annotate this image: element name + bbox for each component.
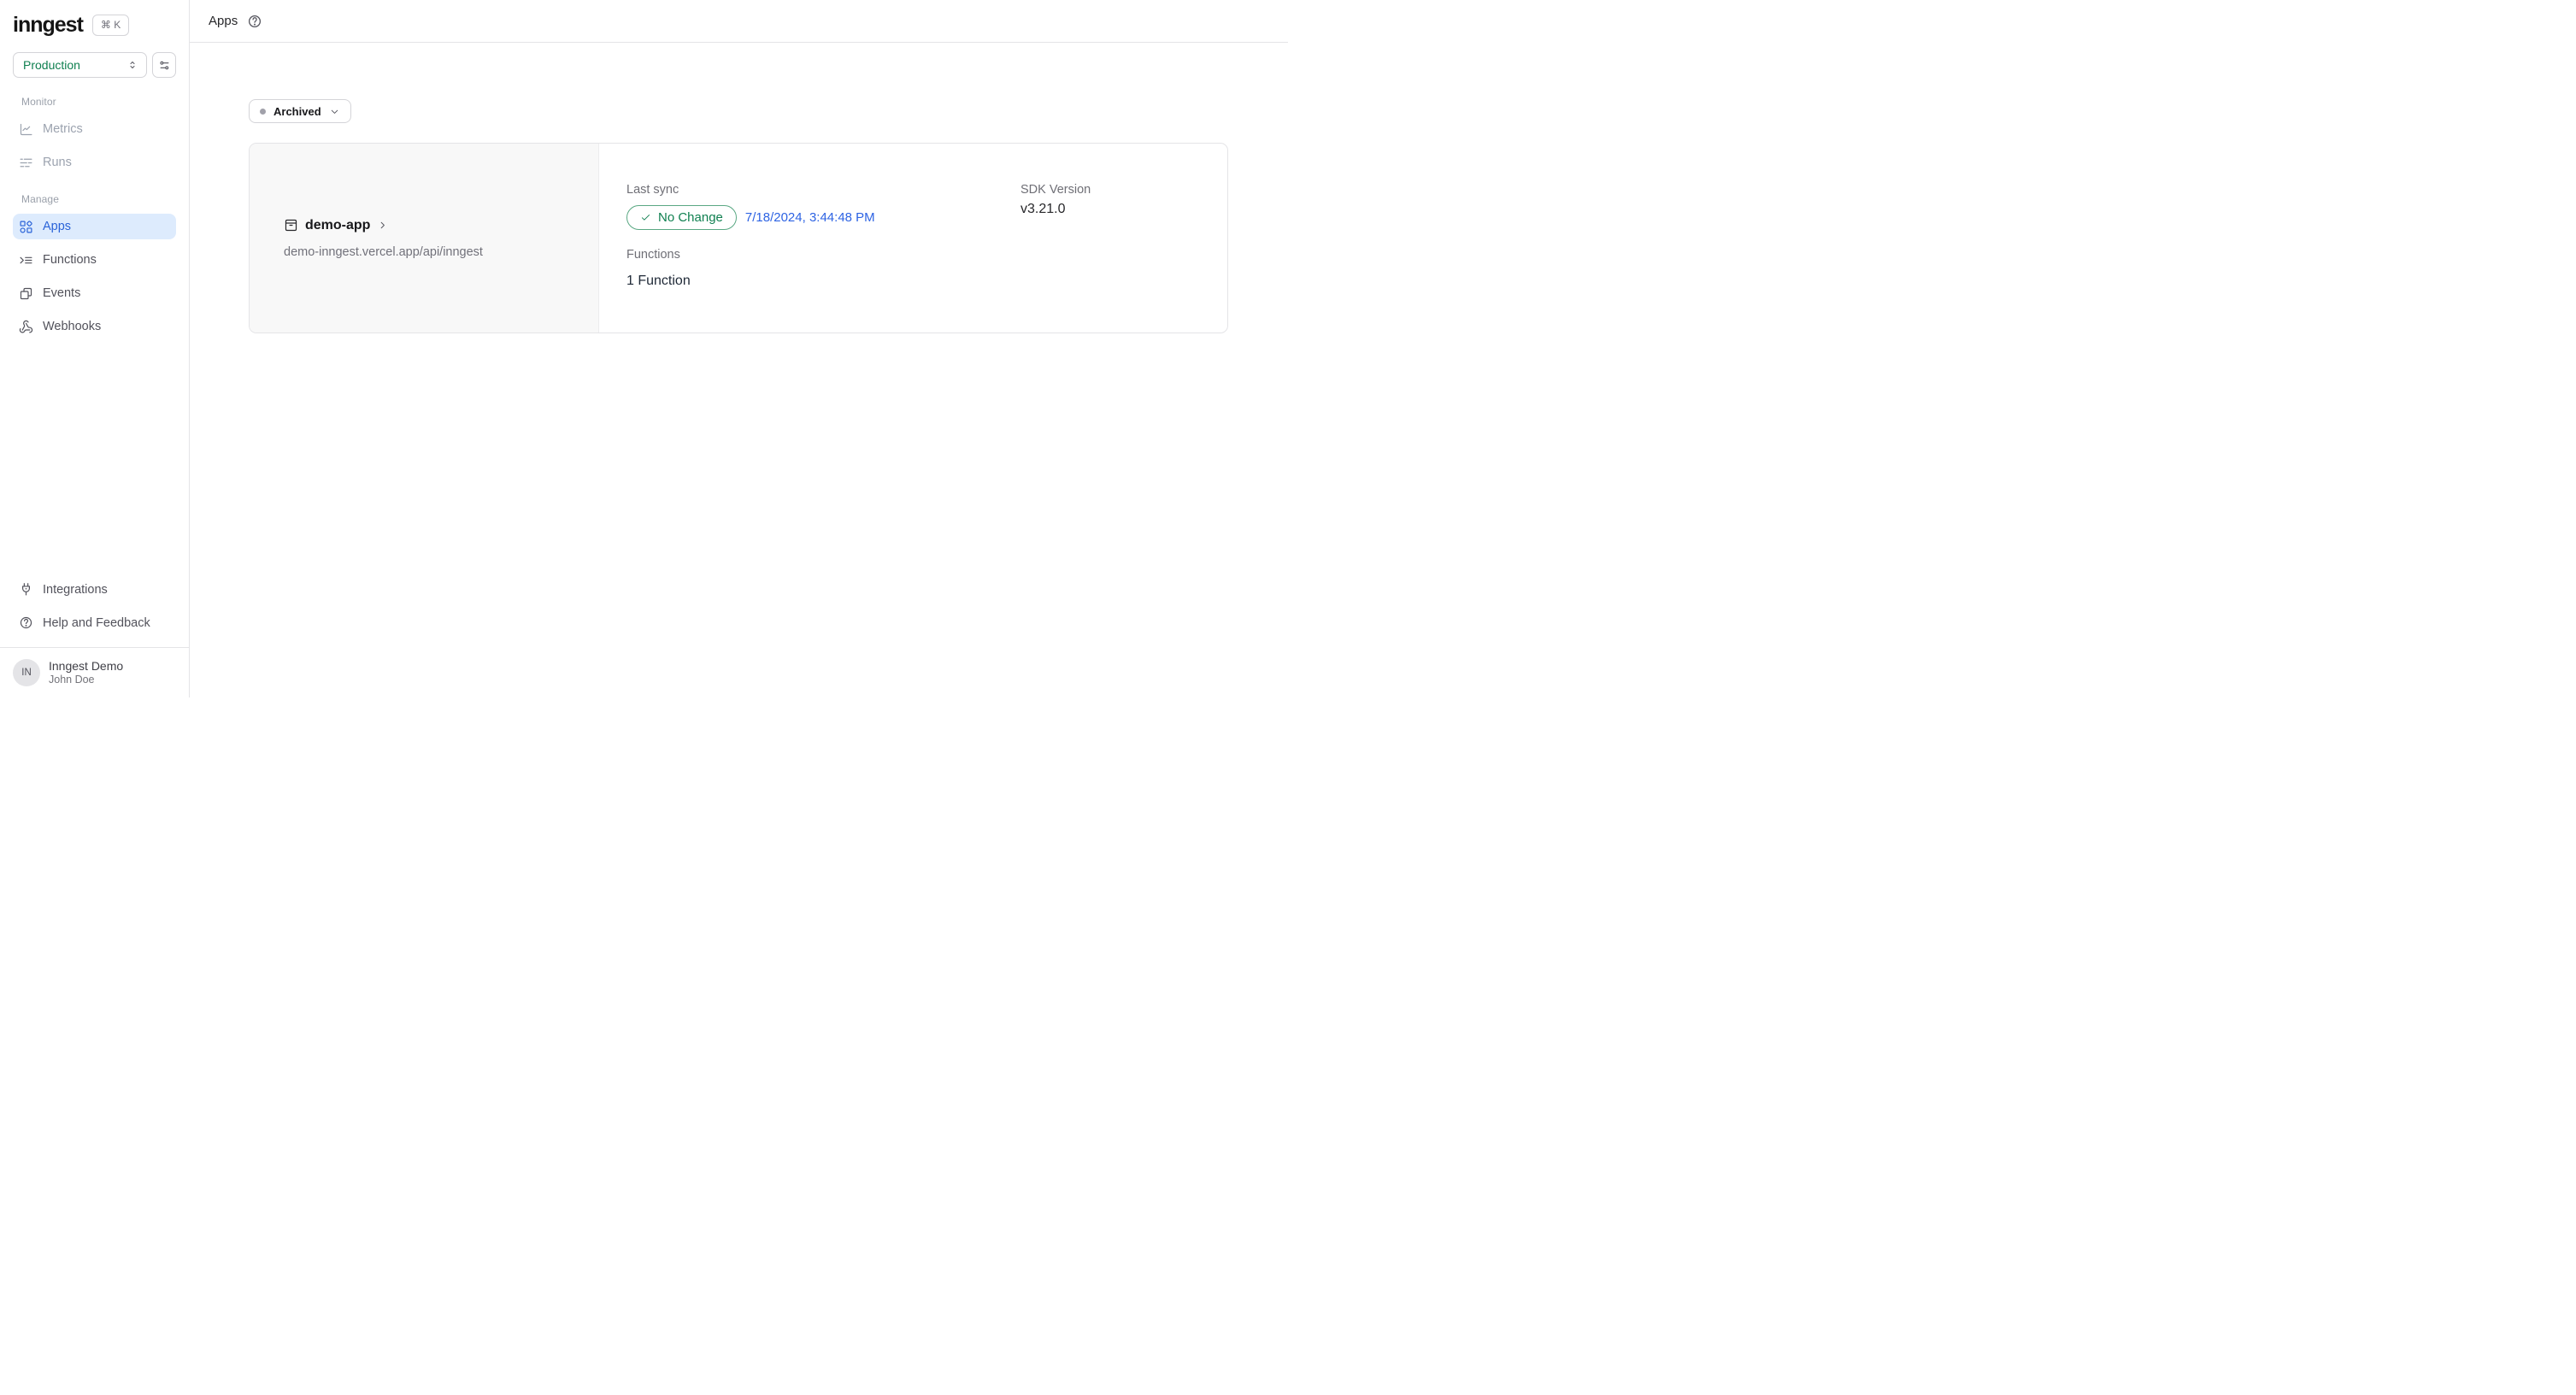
user-org: Inngest Demo (49, 659, 123, 674)
webhook-icon (19, 320, 33, 334)
sdk-version-label: SDK Version (1020, 183, 1227, 197)
app-name: demo-app (305, 218, 370, 233)
sidebar-item-runs[interactable]: Runs (13, 150, 176, 175)
sliders-icon (158, 59, 171, 72)
topbar: Apps (190, 0, 1288, 43)
sidebar-item-label: Metrics (43, 122, 83, 136)
app-card-details: Last sync SDK Version No Change 7/18/202… (599, 144, 1227, 333)
sidebar-item-apps[interactable]: Apps (13, 214, 176, 239)
nav-section-manage-label: Manage (21, 193, 176, 205)
chevrons-up-down-icon (126, 59, 138, 71)
app-card: demo-app demo-inngest.vercel.app/api/inn… (249, 143, 1228, 333)
sync-status-text: No Change (658, 210, 723, 225)
help-circle-icon[interactable] (247, 14, 262, 29)
chevron-right-icon (377, 220, 388, 231)
last-sync-label: Last sync (626, 183, 1020, 197)
app-url: demo-inngest.vercel.app/api/inngest (284, 245, 598, 259)
user-info: Inngest Demo John Doe (49, 659, 123, 687)
archive-filter-dropdown[interactable]: Archived (249, 99, 351, 123)
sidebar-item-label: Events (43, 286, 80, 300)
copy-squares-icon (19, 286, 33, 301)
sync-time-link[interactable]: 7/18/2024, 3:44:48 PM (745, 210, 875, 225)
sidebar-item-label: Integrations (43, 583, 108, 597)
sidebar-item-metrics[interactable]: Metrics (13, 116, 176, 142)
check-icon (640, 212, 651, 223)
plug-icon (19, 582, 33, 597)
sync-status-badge: No Change (626, 205, 737, 230)
chart-line-icon (19, 122, 33, 137)
page-title: Apps (209, 14, 238, 28)
archive-filter-value: Archived (273, 105, 321, 118)
environment-row: Production (13, 52, 176, 78)
status-dot-icon (260, 109, 266, 115)
environment-settings-button[interactable] (152, 52, 176, 78)
app-box-icon (284, 218, 298, 232)
sidebar: inngest ⌘ K Production Monitor (0, 0, 190, 698)
sidebar-item-events[interactable]: Events (13, 280, 176, 306)
help-circle-icon (19, 615, 33, 630)
app-meta-grid: Last sync SDK Version No Change 7/18/202… (626, 183, 1227, 230)
grid-shapes-icon (19, 220, 33, 234)
last-sync-value: No Change 7/18/2024, 3:44:48 PM (626, 205, 1020, 230)
user-name: John Doe (49, 674, 123, 687)
sidebar-item-label: Runs (43, 156, 72, 169)
avatar: IN (13, 659, 40, 686)
sidebar-item-integrations[interactable]: Integrations (13, 577, 176, 603)
logo-row: inngest ⌘ K (13, 12, 176, 38)
sidebar-item-help-feedback[interactable]: Help and Feedback (13, 610, 176, 636)
sidebar-item-label: Apps (43, 220, 71, 233)
environment-select[interactable]: Production (13, 52, 147, 78)
chevron-down-icon (329, 106, 340, 117)
user-menu[interactable]: IN Inngest Demo John Doe (13, 648, 176, 687)
command-k-shortcut[interactable]: ⌘ K (92, 15, 129, 36)
nav-section-monitor-label: Monitor (21, 96, 176, 108)
main-area: Apps Archived (190, 0, 1288, 698)
functions-count: 1 Function (626, 274, 1227, 289)
app-card-summary: demo-app demo-inngest.vercel.app/api/inn… (250, 144, 599, 333)
sidebar-footer: Integrations Help and Feedback IN Innges… (13, 577, 176, 687)
sidebar-item-label: Webhooks (43, 320, 101, 333)
apps-content: Archived demo-app (190, 43, 1288, 333)
app-name-link[interactable]: demo-app (284, 218, 598, 233)
functions-label: Functions (626, 248, 1227, 262)
sidebar-item-functions[interactable]: Functions (13, 247, 176, 273)
function-list-icon (19, 253, 33, 268)
environment-select-value: Production (23, 58, 80, 72)
inngest-logo: inngest (13, 15, 83, 36)
sdk-version-value: v3.21.0 (1020, 197, 1227, 230)
nav-monitor: Metrics Runs (13, 116, 176, 175)
runs-list-icon (19, 156, 33, 170)
nav-manage: Apps Functions Events (13, 214, 176, 339)
sidebar-item-label: Help and Feedback (43, 616, 150, 630)
sidebar-item-label: Functions (43, 253, 97, 267)
sidebar-item-webhooks[interactable]: Webhooks (13, 314, 176, 339)
